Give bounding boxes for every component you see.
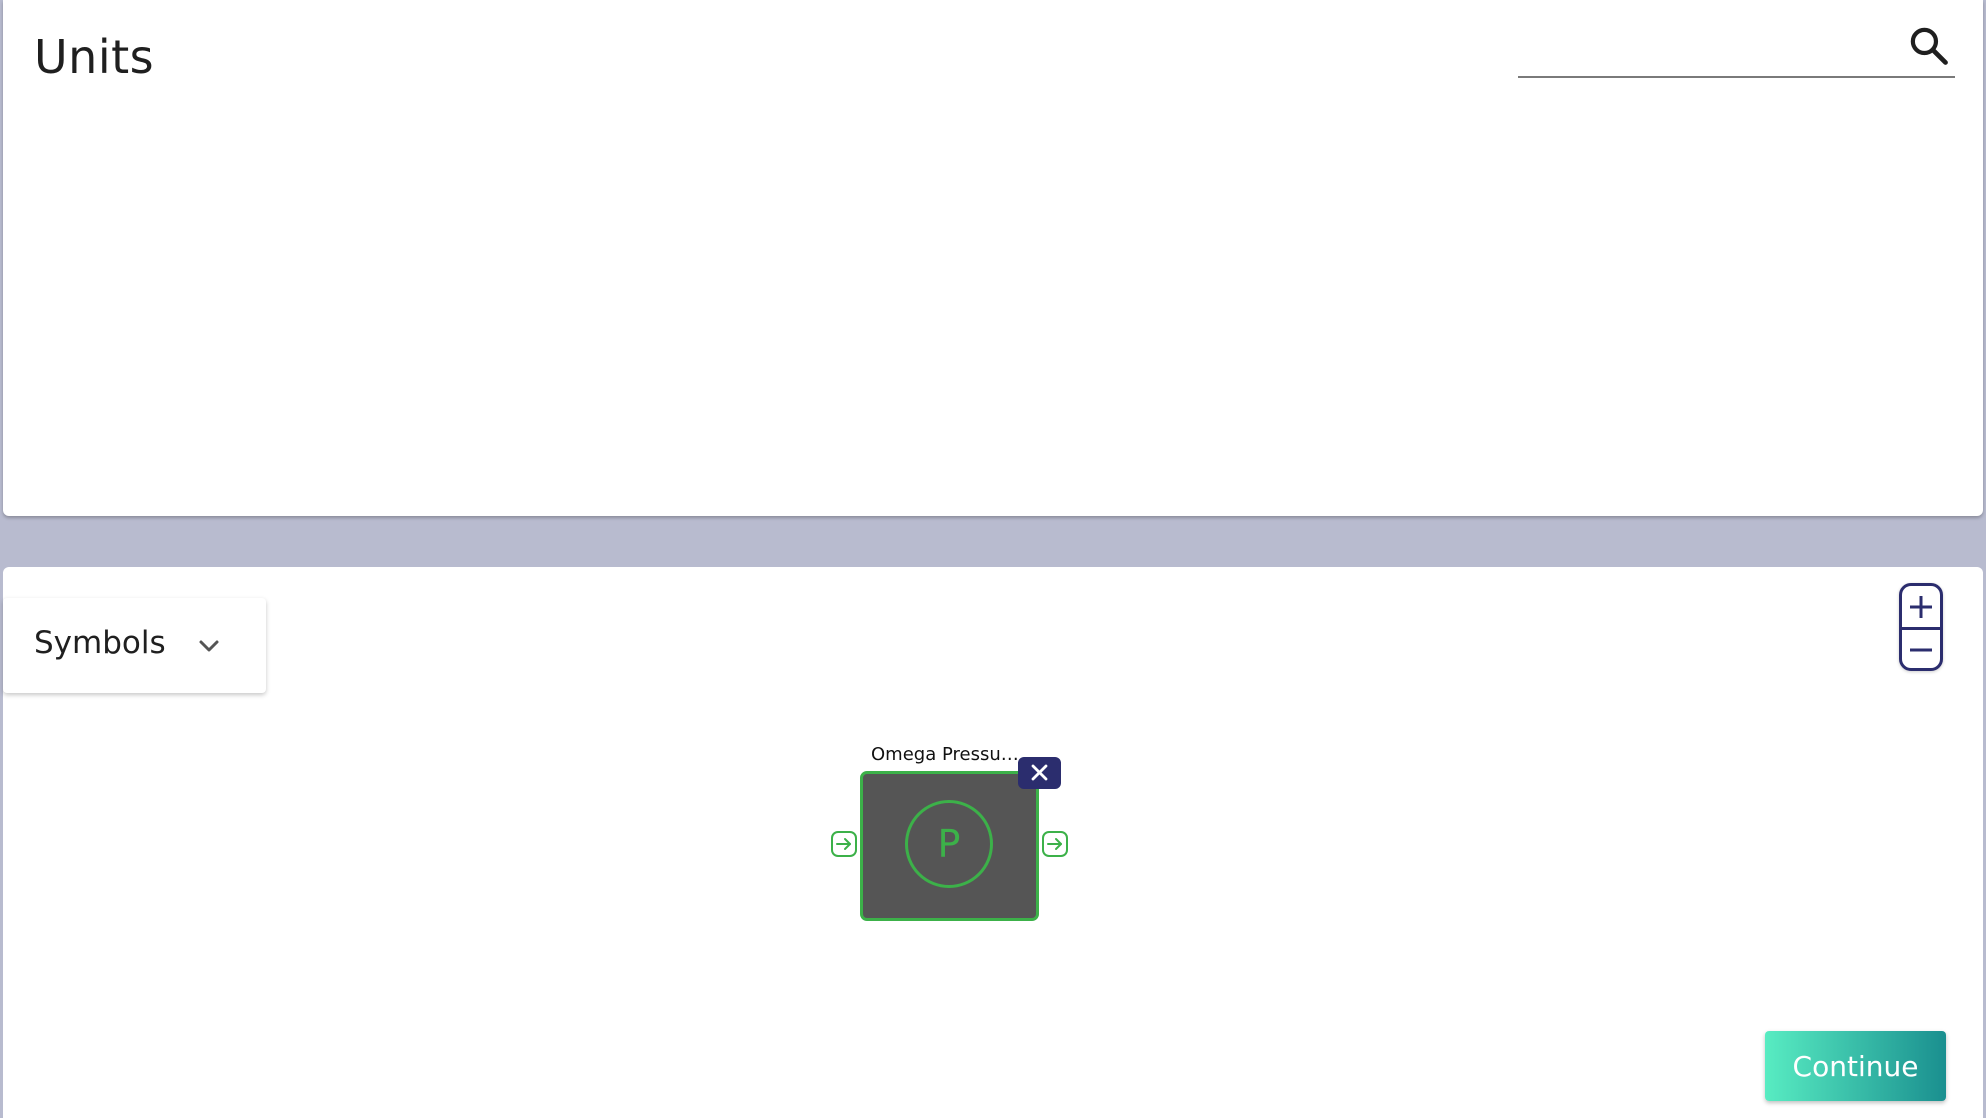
zoom-out-button[interactable]: [1902, 630, 1940, 671]
node-body[interactable]: P: [860, 771, 1039, 921]
pressure-sensor-node[interactable]: Omega Pressur... P: [831, 744, 1068, 921]
diagram-canvas[interactable]: Symbols Omega Pressur... P Continue: [3, 567, 1983, 1118]
input-port-icon[interactable]: [830, 830, 858, 858]
close-icon: [1031, 764, 1048, 781]
page-title: Units: [34, 30, 155, 84]
plus-icon: [1910, 596, 1932, 618]
search-input[interactable]: [1518, 18, 1898, 74]
search-field[interactable]: [1518, 18, 1955, 78]
node-delete-button[interactable]: [1018, 757, 1061, 789]
zoom-control: [1899, 583, 1943, 671]
output-port-icon[interactable]: [1041, 830, 1069, 858]
symbols-dropdown[interactable]: Symbols: [3, 598, 266, 693]
units-panel: Units: [3, 0, 1983, 516]
node-title: Omega Pressur...: [871, 744, 1019, 765]
zoom-in-button[interactable]: [1902, 586, 1940, 630]
pressure-symbol: P: [905, 800, 993, 888]
continue-button[interactable]: Continue: [1765, 1031, 1946, 1101]
search-icon[interactable]: [1907, 24, 1951, 68]
minus-icon: [1910, 648, 1932, 652]
symbols-dropdown-label: Symbols: [34, 625, 166, 661]
chevron-down-icon: [199, 640, 219, 652]
